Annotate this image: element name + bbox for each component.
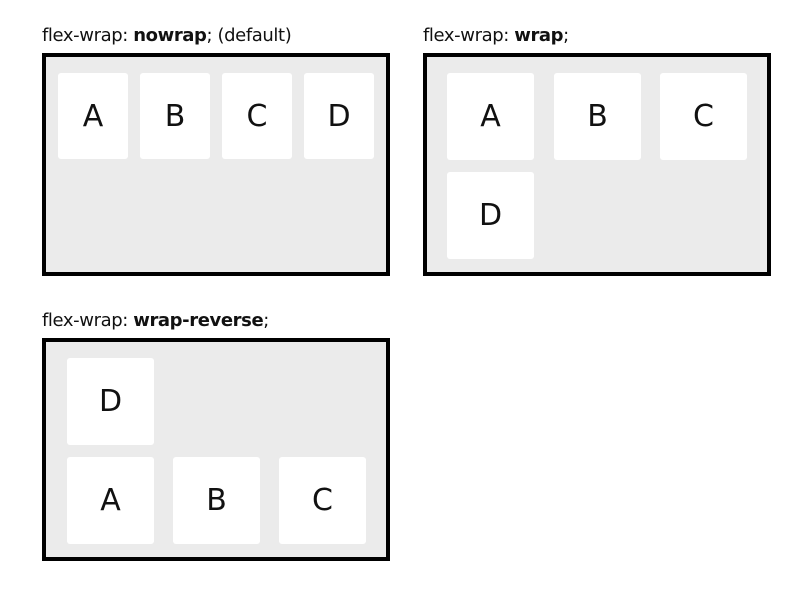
caption-value: nowrap [133, 25, 207, 46]
caption-suffix: ; (default) [206, 25, 292, 46]
caption-suffix: ; [563, 25, 569, 46]
caption-value: wrap-reverse [133, 310, 264, 331]
flex-item-b: B [140, 73, 210, 159]
flex-item-a: A [447, 73, 534, 160]
nowrap-caption: flex-wrap: nowrap; (default) [42, 25, 292, 46]
caption-value: wrap [514, 25, 564, 46]
flex-item-a: A [58, 73, 128, 159]
flex-item-c: C [660, 73, 747, 160]
caption-prefix: flex-wrap: [423, 25, 515, 46]
wrap-reverse-flex-container: A B C D [42, 338, 390, 561]
wrap-caption: flex-wrap: wrap; [423, 25, 569, 46]
flex-item-b: B [554, 73, 641, 160]
flex-item-c: C [279, 457, 366, 544]
nowrap-flex-container: A B C D [42, 53, 390, 276]
caption-prefix: flex-wrap: [42, 310, 134, 331]
flex-item-d: D [304, 73, 374, 159]
flex-item-c: C [222, 73, 292, 159]
flex-item-b: B [173, 457, 260, 544]
flex-item-d: D [67, 358, 154, 445]
wrap-reverse-caption: flex-wrap: wrap-reverse; [42, 310, 269, 331]
caption-prefix: flex-wrap: [42, 25, 134, 46]
wrap-flex-container: A B C D [423, 53, 771, 276]
flex-item-d: D [447, 172, 534, 259]
caption-suffix: ; [263, 310, 269, 331]
flex-item-a: A [67, 457, 154, 544]
